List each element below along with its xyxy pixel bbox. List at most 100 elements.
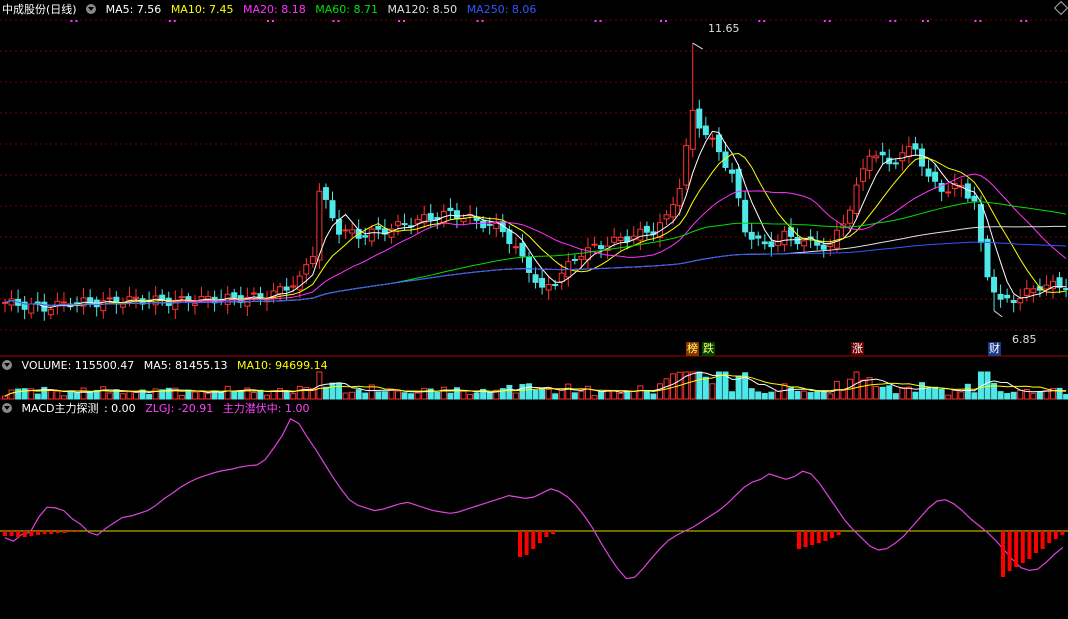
volume-bar — [643, 390, 650, 400]
volume-bar — [774, 390, 781, 400]
ma60-line — [4, 201, 1067, 307]
volume-bar — [951, 389, 958, 400]
volume-bar — [519, 384, 526, 400]
macd-bar — [36, 531, 40, 535]
volume-bar — [486, 392, 493, 400]
volume-bar — [381, 391, 388, 400]
volume-bar — [375, 391, 382, 400]
volume-bar — [342, 392, 349, 400]
kline-chart: 中成股份(日线) MA5: 7.56 MA10: 7.45 MA20: 8.18… — [0, 0, 1068, 615]
volume-bar — [919, 382, 925, 400]
volume-bar — [401, 392, 408, 400]
volume-bar — [205, 393, 212, 400]
volume-bar — [689, 371, 696, 400]
volume-bar — [74, 392, 81, 400]
candle-body — [283, 286, 290, 291]
macd-bar — [1060, 531, 1065, 535]
volume-bar — [526, 383, 532, 400]
high-label: 11.65 — [708, 22, 740, 35]
candle-body — [820, 244, 827, 250]
candle-body — [794, 236, 801, 245]
hidden-label: 主力潜伏中: 1.00 — [222, 402, 310, 415]
tag-bang: 榜 — [686, 342, 699, 356]
candle-body — [460, 218, 467, 223]
candle-body — [453, 210, 460, 220]
candle-body — [801, 240, 808, 247]
volume-bar — [15, 388, 22, 400]
volume-bar — [257, 389, 264, 400]
macd-bar — [42, 531, 47, 534]
candle-body — [709, 137, 716, 140]
dropdown-icon[interactable] — [86, 4, 97, 14]
signal-dot — [927, 20, 929, 22]
candle-body — [781, 230, 788, 246]
tag-cai: 财 — [988, 342, 1001, 356]
volume-bar — [729, 391, 736, 400]
macd-bar — [1047, 531, 1052, 543]
candle-body — [309, 256, 316, 265]
volume-bar — [119, 393, 126, 400]
candle-body — [1056, 277, 1063, 288]
signal-dot — [337, 20, 340, 22]
candle-body — [493, 222, 500, 230]
macd-bar — [1014, 531, 1019, 567]
signal-dot — [332, 20, 335, 22]
volume-bar — [709, 383, 716, 400]
volume-bar — [886, 385, 893, 400]
volume-ma10: MA10: 94699.14 — [236, 359, 328, 372]
volume-bar — [231, 390, 238, 400]
volume-bar — [106, 392, 113, 400]
volume-dropdown-icon[interactable] — [2, 360, 12, 370]
candle-body — [578, 255, 585, 260]
volume-bar — [87, 391, 94, 400]
candle-body — [1010, 300, 1017, 304]
volume-bar — [552, 393, 559, 400]
volume-bar — [460, 390, 467, 400]
signal-dot — [828, 20, 831, 22]
volume-bar — [178, 394, 185, 400]
candle-body — [827, 243, 834, 247]
candle-body — [329, 200, 336, 219]
volume-bar — [152, 388, 159, 400]
volume-bar — [434, 391, 441, 400]
volume-bar — [467, 393, 474, 400]
macd-bar — [797, 531, 801, 549]
signal-dot — [979, 20, 982, 22]
candle-body — [853, 184, 860, 214]
volume-bar — [414, 392, 421, 400]
volume-bar — [958, 391, 965, 400]
volume-bar — [512, 392, 519, 400]
macd-bar — [524, 531, 529, 555]
volume-bar — [945, 394, 952, 400]
candle-body — [486, 223, 493, 226]
volume-bar — [322, 386, 329, 400]
signal-dot — [763, 20, 766, 22]
candle-body — [231, 292, 238, 298]
signal-dot — [823, 20, 826, 22]
macd-dropdown-icon[interactable] — [2, 403, 12, 413]
macd-bar — [62, 531, 67, 533]
volume-bar — [840, 390, 847, 400]
candle-body — [526, 256, 532, 273]
volume-bar — [506, 384, 513, 400]
candle-body — [1004, 294, 1011, 299]
volume-bar — [971, 392, 978, 400]
volume-bar — [899, 387, 906, 400]
signal-dot — [168, 20, 171, 22]
volume-bar — [100, 386, 107, 400]
chart-canvas — [0, 19, 1068, 580]
volume-bar — [1010, 391, 1017, 400]
signal-dot — [173, 20, 176, 22]
candle-body — [552, 283, 559, 286]
zlgj-line — [4, 417, 1064, 580]
volume-bar — [54, 390, 61, 400]
low-label: 6.85 — [1012, 333, 1037, 346]
signal-dot — [403, 20, 405, 22]
macd-bar — [803, 531, 808, 547]
candle-body — [670, 204, 677, 218]
volume-bar — [702, 376, 709, 400]
candle-body — [846, 209, 853, 224]
volume-ma5: MA5: 81455.13 — [143, 359, 228, 372]
signal-dot — [665, 20, 667, 22]
candle-body — [2, 301, 8, 304]
